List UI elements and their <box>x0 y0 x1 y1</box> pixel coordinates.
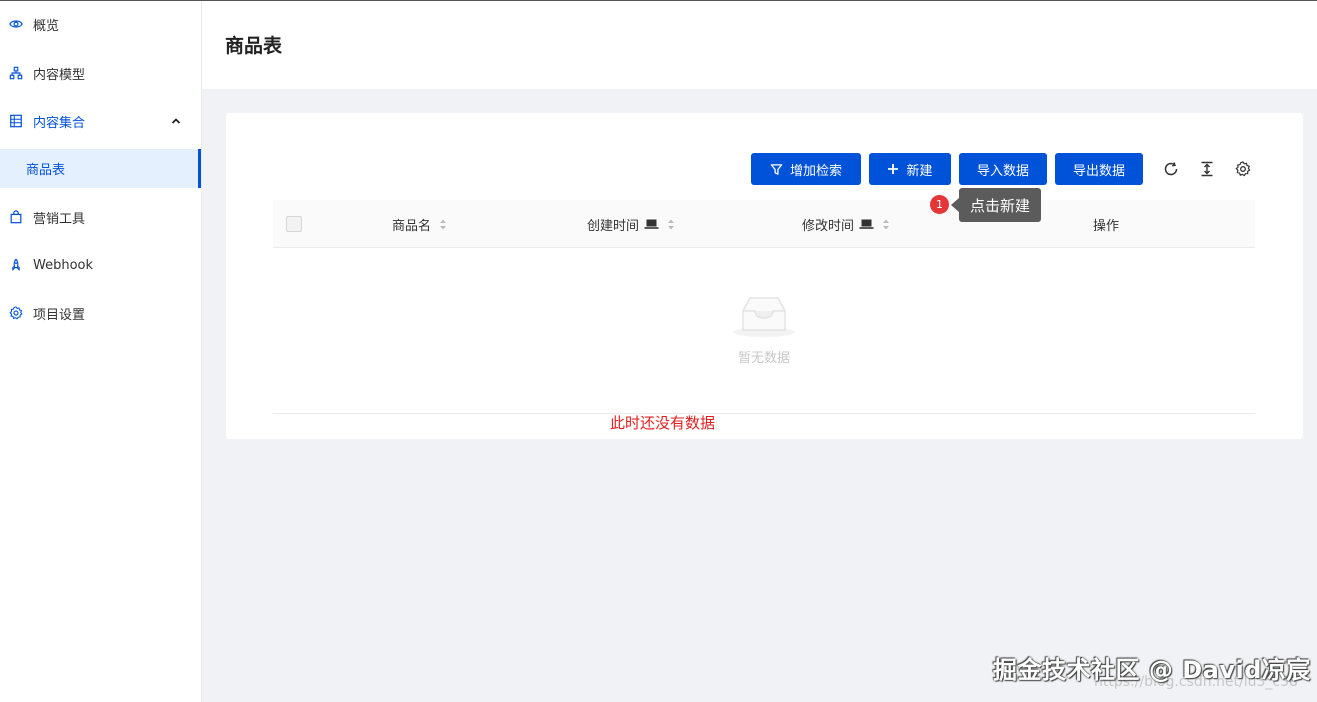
import-data-label: 导入数据 <box>976 163 1029 179</box>
settings-icon[interactable] <box>1233 159 1253 179</box>
eye-icon <box>8 16 24 32</box>
list-icon <box>8 113 24 129</box>
page-header: 商品表 <box>202 1 1317 89</box>
export-data-label: 导出数据 <box>1072 163 1125 179</box>
sidebar-item-overview[interactable]: 概览 <box>0 4 201 44</box>
tooltip: 点击新建 <box>959 188 1041 222</box>
column-header-actions: 操作 <box>1093 218 1120 234</box>
new-label: 新建 <box>906 163 933 179</box>
sidebar-item-label: 概览 <box>33 18 60 34</box>
sidebar-item-label: 营销工具 <box>33 211 86 227</box>
content-card: 增加检索 新建 导入数据 导出数据 商品名 创建时间 修改时间 操作 暂无数据 … <box>226 113 1303 439</box>
column-header-product-name[interactable]: 商品名 <box>392 200 447 248</box>
new-button[interactable]: 新建 <box>869 153 951 185</box>
column-header-created-time[interactable]: 创建时间 <box>587 200 675 248</box>
sidebar-item-label: 项目设置 <box>33 307 86 323</box>
sidebar-item-content-model[interactable]: 内容模型 <box>0 53 201 93</box>
empty-state-text: 暂无数据 <box>737 351 790 366</box>
add-search-label: 增加检索 <box>789 163 842 179</box>
annotation-text: 此时还没有数据 <box>610 414 716 432</box>
sort-icon[interactable] <box>439 218 447 231</box>
sidebar-item-marketing[interactable]: 营销工具 <box>0 197 201 237</box>
tooltip-arrow <box>951 198 959 212</box>
sidebar-item-label: Webhook <box>33 257 94 273</box>
table-header: 商品名 创建时间 修改时间 操作 <box>273 200 1255 248</box>
filter-icon <box>770 163 783 176</box>
table-bottom-border <box>273 413 1255 414</box>
sort-icon[interactable] <box>667 218 675 231</box>
chevron-up-icon[interactable] <box>169 114 183 128</box>
sort-icon[interactable] <box>882 218 890 231</box>
sidebar-item-project-settings[interactable]: 项目设置 <box>0 293 201 333</box>
page-title: 商品表 <box>225 35 283 57</box>
step-badge: 1 <box>930 195 949 214</box>
sidebar-item-webhook[interactable]: Webhook <box>0 245 201 285</box>
sidebar-item-label: 内容模型 <box>33 67 86 83</box>
rocket-icon <box>8 257 24 273</box>
sidebar: 概览 内容模型 内容集合 商品表 营销工具 Webhook 项目设置 <box>0 0 202 702</box>
sidebar-item-label: 内容集合 <box>33 115 86 131</box>
select-all-checkbox[interactable] <box>286 216 302 232</box>
column-header-modified-time[interactable]: 修改时间 <box>802 200 890 248</box>
column-height-icon[interactable] <box>1197 159 1217 179</box>
laptop-icon <box>859 218 874 230</box>
export-data-button[interactable]: 导出数据 <box>1055 153 1143 185</box>
gear-icon <box>8 305 24 321</box>
empty-inbox-icon <box>731 293 797 339</box>
sidebar-subitem-products[interactable]: 商品表 <box>0 149 201 188</box>
window-top-border <box>0 0 1317 1</box>
sidebar-item-content-collection[interactable]: 内容集合 <box>0 101 201 141</box>
watermark: 掘金技术社区 @ David凉宸 <box>993 656 1311 684</box>
laptop-icon <box>644 218 659 230</box>
plus-icon <box>887 163 899 175</box>
sitemap-icon <box>8 65 24 81</box>
import-data-button[interactable]: 导入数据 <box>959 153 1047 185</box>
add-search-button[interactable]: 增加检索 <box>751 153 861 185</box>
sidebar-subitem-label: 商品表 <box>26 163 66 178</box>
refresh-icon[interactable] <box>1161 159 1181 179</box>
bag-icon <box>8 209 24 225</box>
